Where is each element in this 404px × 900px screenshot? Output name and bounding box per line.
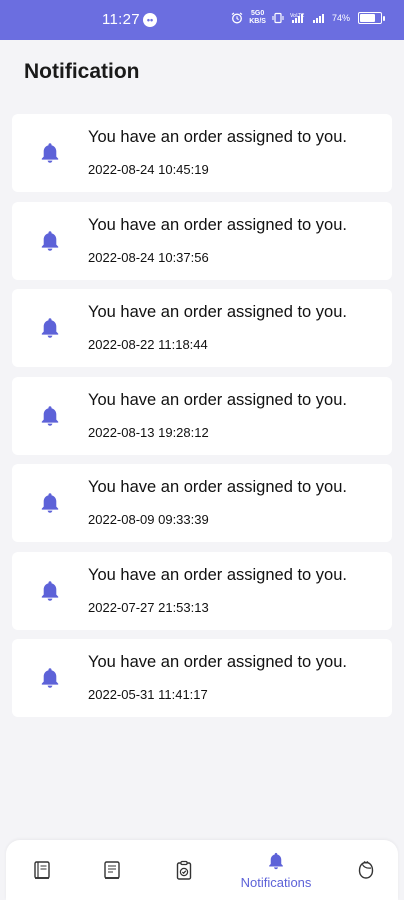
nav-label-notifications: Notifications — [240, 874, 312, 890]
page-title: Notification — [24, 60, 140, 83]
nav-item-orders[interactable] — [24, 840, 60, 900]
notification-title: You have an order assigned to you. — [88, 128, 347, 146]
notification-time: 2022-07-27 21:53:13 — [88, 599, 209, 615]
notification-title: You have an order assigned to you. — [88, 478, 347, 496]
status-indicators: 5G0 KB/S VoLTE 74% — [231, 10, 385, 26]
battery-percent: 74% — [331, 13, 350, 23]
status-time: 11:27 — [102, 11, 140, 28]
nav-item-profile[interactable] — [348, 840, 384, 900]
nav-item-documents[interactable] — [94, 840, 130, 900]
nav-item-tasks[interactable] — [166, 840, 202, 900]
notification-title: You have an order assigned to you. — [88, 215, 347, 234]
bell-icon — [41, 143, 59, 163]
document-icon — [104, 861, 120, 879]
battery-level — [360, 14, 375, 22]
network-speed-value: 5G0 — [251, 10, 265, 17]
notification-card[interactable]: You have an order assigned to you. 2022-… — [12, 551, 392, 630]
bell-icon — [41, 668, 59, 688]
bell-icon — [269, 852, 283, 869]
notification-title: You have an order assigned to you. — [88, 390, 347, 409]
network-speed: 5G0 KB/S — [249, 10, 266, 26]
notification-time: 2022-08-24 10:37:56 — [88, 249, 209, 265]
notification-time: 2022-08-09 09:33:39 — [88, 512, 209, 527]
notification-card[interactable]: You have an order assigned to you. 2022-… — [12, 289, 392, 367]
signal-icon-1: VoLTE — [290, 13, 304, 23]
profile-icon — [358, 861, 374, 879]
notification-list: You have an order assigned to you. 2022-… — [12, 114, 392, 727]
notification-card[interactable]: You have an order assigned to you. 2022-… — [12, 376, 392, 455]
bell-icon — [41, 318, 59, 338]
app-notification-icon: •• — [143, 13, 157, 27]
notification-card[interactable]: You have an order assigned to you. 2022-… — [12, 201, 392, 280]
bell-icon — [41, 493, 59, 513]
status-bar: 11:27 •• 5G0 KB/S VoLTE 74% — [0, 0, 404, 40]
battery-icon — [358, 12, 385, 24]
network-speed-unit: KB/S — [249, 18, 266, 25]
bell-icon — [41, 580, 59, 601]
notification-time: 2022-08-13 19:28:12 — [88, 424, 209, 440]
bell-icon — [41, 230, 59, 251]
notification-time: 2022-08-22 11:18:44 — [88, 337, 208, 352]
notification-title: You have an order assigned to you. — [88, 653, 347, 671]
clipboard-check-icon — [176, 860, 192, 880]
bell-icon — [41, 405, 59, 426]
notification-time: 2022-08-24 10:45:19 — [88, 162, 209, 177]
notification-card[interactable]: You have an order assigned to you. 2022-… — [12, 114, 392, 192]
notification-time: 2022-05-31 11:41:17 — [88, 687, 208, 702]
bottom-nav: Notifications — [6, 840, 398, 900]
nav-item-notifications[interactable]: Notifications — [228, 840, 324, 900]
notification-title: You have an order assigned to you. — [88, 565, 347, 584]
notification-title: You have an order assigned to you. — [88, 303, 347, 321]
notification-card[interactable]: You have an order assigned to you. 2022-… — [12, 639, 392, 717]
book-icon — [34, 861, 50, 879]
signal-icon-2 — [312, 14, 324, 23]
notification-card[interactable]: You have an order assigned to you. 2022-… — [12, 464, 392, 542]
vibrate-icon — [272, 12, 284, 24]
alarm-icon — [231, 12, 243, 24]
